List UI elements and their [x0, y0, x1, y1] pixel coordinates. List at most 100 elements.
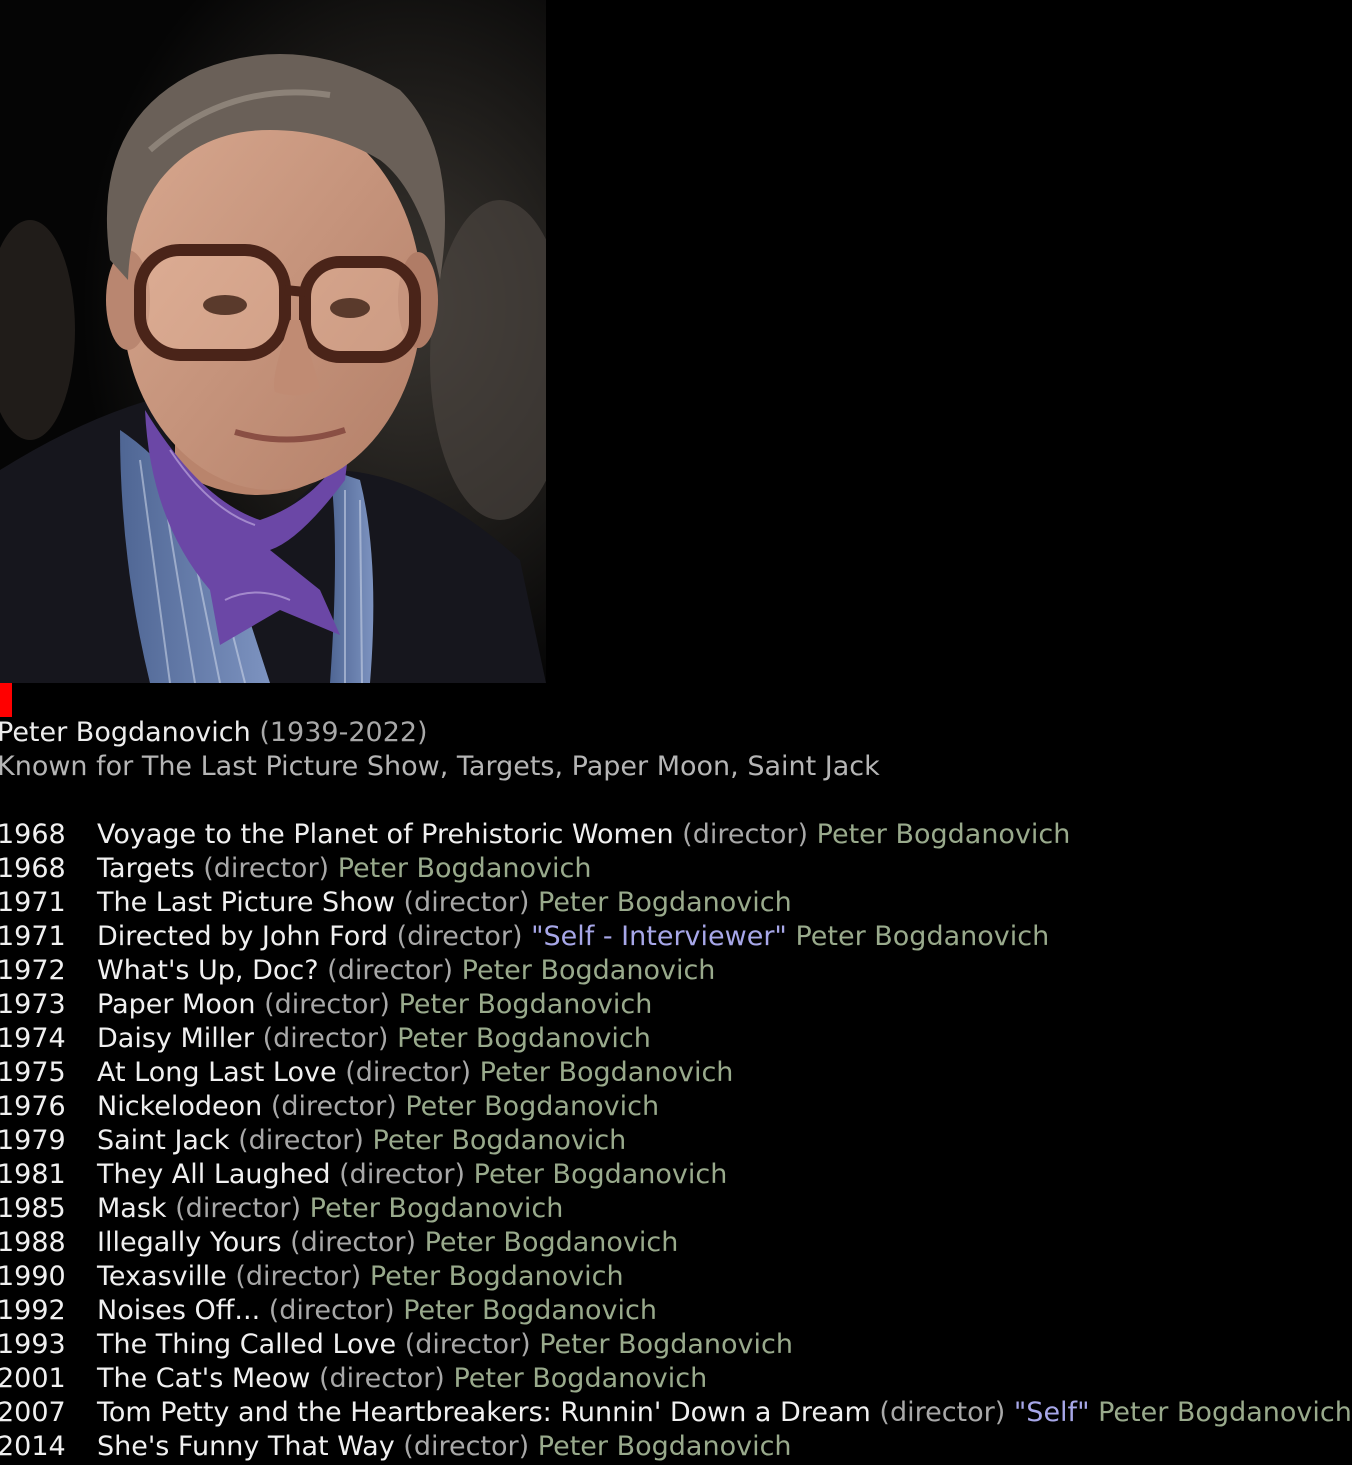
film-role: (director) [262, 1023, 389, 1054]
list-item[interactable]: 2014 She's Funny That Way (director) Pete… [0, 1430, 1352, 1464]
list-item[interactable]: 1968 Targets (director) Peter Bogdanovich [0, 852, 1352, 886]
film-character: "Self - Interviewer" [531, 921, 787, 952]
film-year: 1990 [0, 1261, 66, 1292]
film-title[interactable]: Noises Off... [97, 1295, 260, 1326]
film-role: (director) [235, 1261, 362, 1292]
list-item[interactable]: 1988 Illegally Yours (director) Peter Bog… [0, 1226, 1352, 1260]
film-person[interactable]: Peter Bogdanovich [338, 853, 592, 884]
person-header: Peter Bogdanovich (1939-2022) Known for … [0, 716, 880, 784]
list-item[interactable]: 1979 Saint Jack (director) Peter Bogdanov… [0, 1124, 1352, 1158]
list-item[interactable]: 1974 Daisy Miller (director) Peter Bogdan… [0, 1022, 1352, 1056]
film-person[interactable]: Peter Bogdanovich [538, 1431, 792, 1462]
film-person[interactable]: Peter Bogdanovich [480, 1057, 734, 1088]
film-role: (director) [327, 955, 454, 986]
cursor-marker [0, 683, 12, 717]
film-year: 1972 [0, 955, 66, 986]
film-year: 1968 [0, 853, 66, 884]
film-person[interactable]: Peter Bogdanovich [425, 1227, 679, 1258]
film-year: 1976 [0, 1091, 66, 1122]
list-item[interactable]: 1981 They All Laughed (director) Peter Bo… [0, 1158, 1352, 1192]
list-item[interactable]: 1968 Voyage to the Planet of Prehistoric … [0, 818, 1352, 852]
film-title[interactable]: Saint Jack [97, 1125, 229, 1156]
film-year: 1971 [0, 921, 66, 952]
list-item[interactable]: 2001 The Cat's Meow (director) Peter Bogd… [0, 1362, 1352, 1396]
film-title[interactable]: At Long Last Love [97, 1057, 337, 1088]
film-year: 2001 [0, 1363, 66, 1394]
person-name[interactable]: Peter Bogdanovich [0, 717, 251, 748]
film-year: 1975 [0, 1057, 66, 1088]
list-item[interactable]: 1993 The Thing Called Love (director) Pet… [0, 1328, 1352, 1362]
film-role: (director) [290, 1227, 417, 1258]
film-title[interactable]: Nickelodeon [97, 1091, 262, 1122]
film-person[interactable]: Peter Bogdanovich [373, 1125, 627, 1156]
film-role: (director) [403, 887, 530, 918]
list-item[interactable]: 1990 Texasville (director) Peter Bogdanov… [0, 1260, 1352, 1294]
film-role: (director) [403, 1431, 530, 1462]
film-person[interactable]: Peter Bogdanovich [403, 1295, 657, 1326]
person-years: (1939-2022) [259, 717, 428, 748]
list-item[interactable]: 1971 The Last Picture Show (director) Pet… [0, 886, 1352, 920]
film-role: (director) [264, 989, 390, 1020]
film-role: (director) [238, 1125, 364, 1156]
film-person[interactable]: Peter Bogdanovich [462, 955, 716, 986]
portrait-photo [0, 0, 546, 683]
film-title[interactable]: Targets [97, 853, 195, 884]
film-person[interactable]: Peter Bogdanovich [474, 1159, 728, 1190]
film-title[interactable]: Illegally Yours [97, 1227, 282, 1258]
film-year: 1993 [0, 1329, 66, 1360]
film-person[interactable]: Peter Bogdanovich [453, 1363, 707, 1394]
film-role: (director) [175, 1193, 302, 1224]
list-item[interactable]: 1976 Nickelodeon (director) Peter Bogdano… [0, 1090, 1352, 1124]
film-title[interactable]: Tom Petty and the Heartbreakers: Runnin'… [97, 1397, 871, 1428]
film-role: (director) [879, 1397, 1006, 1428]
film-title[interactable]: They All Laughed [97, 1159, 331, 1190]
film-year: 1988 [0, 1227, 66, 1258]
list-item[interactable]: 1992 Noises Off... (director) Peter Bogda… [0, 1294, 1352, 1328]
film-year: 1992 [0, 1295, 66, 1326]
film-year: 1979 [0, 1125, 66, 1156]
film-title[interactable]: Voyage to the Planet of Prehistoric Wome… [97, 819, 674, 850]
film-person[interactable]: Peter Bogdanovich [405, 1091, 659, 1122]
film-title[interactable]: The Last Picture Show [97, 887, 395, 918]
film-title[interactable]: Mask [97, 1193, 167, 1224]
film-person[interactable]: Peter Bogdanovich [397, 1023, 651, 1054]
film-year: 2007 [0, 1397, 66, 1428]
film-title[interactable]: She's Funny That Way [97, 1431, 395, 1462]
film-role: (director) [268, 1295, 395, 1326]
film-title[interactable]: Paper Moon [97, 989, 256, 1020]
film-year: 1968 [0, 819, 66, 850]
film-person[interactable]: Peter Bogdanovich [817, 819, 1071, 850]
film-year: 2014 [0, 1431, 66, 1462]
film-person[interactable]: Peter Bogdanovich [310, 1193, 564, 1224]
film-title[interactable]: Daisy Miller [97, 1023, 254, 1054]
film-character: "Self" [1013, 1397, 1090, 1428]
list-item[interactable]: 1972 What's Up, Doc? (director) Peter Bog… [0, 954, 1352, 988]
film-role: (director) [203, 853, 330, 884]
film-title[interactable]: Texasville [97, 1261, 227, 1292]
film-person[interactable]: Peter Bogdanovich [370, 1261, 624, 1292]
film-person[interactable]: Peter Bogdanovich [539, 1329, 793, 1360]
list-item[interactable]: 1985 Mask (director) Peter Bogdanovich [0, 1192, 1352, 1226]
film-title[interactable]: Directed by John Ford [97, 921, 388, 952]
film-person[interactable]: Peter Bogdanovich [795, 921, 1049, 952]
filmography-list: 1968 Voyage to the Planet of Prehistoric … [0, 818, 1352, 1464]
list-item[interactable]: 1975 At Long Last Love (director) Peter B… [0, 1056, 1352, 1090]
film-person[interactable]: Peter Bogdanovich [1098, 1397, 1352, 1428]
list-item[interactable]: 1973 Paper Moon (director) Peter Bogdanov… [0, 988, 1352, 1022]
list-item[interactable]: 1971 Directed by John Ford (director) "Se… [0, 920, 1352, 954]
film-year: 1971 [0, 887, 66, 918]
known-for: Known for The Last Picture Show, Targets… [0, 751, 880, 782]
portrait-illustration [0, 0, 546, 683]
film-title[interactable]: What's Up, Doc? [97, 955, 319, 986]
film-title[interactable]: The Cat's Meow [97, 1363, 310, 1394]
film-role: (director) [339, 1159, 466, 1190]
film-person[interactable]: Peter Bogdanovich [399, 989, 653, 1020]
list-item[interactable]: 2007 Tom Petty and the Heartbreakers: Run… [0, 1396, 1352, 1430]
film-year: 1981 [0, 1159, 66, 1190]
film-year: 1974 [0, 1023, 66, 1054]
film-role: (director) [318, 1363, 445, 1394]
person-title-line: Peter Bogdanovich (1939-2022) [0, 716, 880, 750]
film-title[interactable]: The Thing Called Love [97, 1329, 396, 1360]
film-role: (director) [404, 1329, 531, 1360]
film-person[interactable]: Peter Bogdanovich [538, 887, 792, 918]
